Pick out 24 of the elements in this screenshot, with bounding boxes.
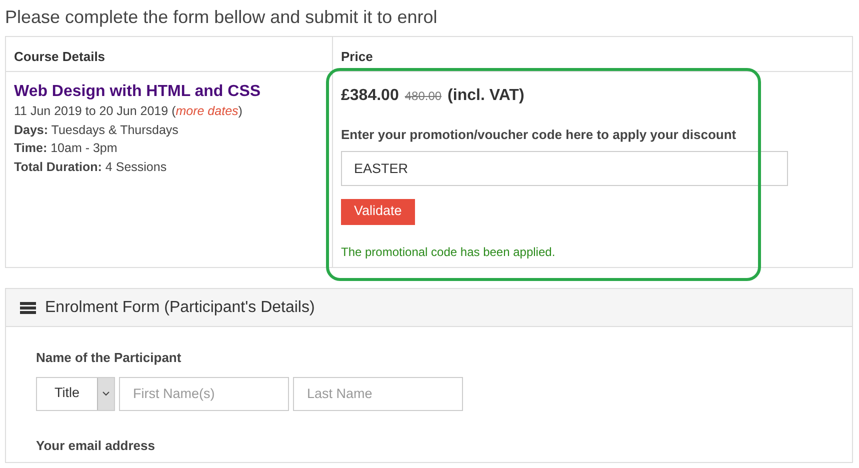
intro-text: Please complete the form bellow and submit it to enrol (5, 6, 438, 29)
list-icon (20, 302, 36, 314)
success-message: The promotional code has been applied. (341, 244, 556, 260)
field-label: Name of the Participant (36, 349, 182, 367)
column-header: Price (341, 49, 373, 64)
old-price: 480.00 (404, 88, 442, 105)
validate-button[interactable]: Validate (341, 198, 415, 224)
voucher-input[interactable]: EASTER (341, 150, 788, 186)
course-dates: 11 Jun 2019 to 20 Jun 2019 (14, 104, 168, 118)
chevron-down-icon (102, 391, 110, 396)
title-select[interactable]: Title (36, 376, 115, 410)
first-name-input[interactable]: First Name(s) (119, 376, 289, 410)
course-detail: Total Duration: 4 Sessions (14, 158, 168, 176)
course-detail: Time: 10am - 3pm (14, 140, 118, 157)
panel-title: Enrolment Form (Participant's Details) (45, 298, 315, 318)
voucher-label: Enter your promotion/voucher code here to apply your discount (341, 126, 738, 144)
current-price: £384.00 (341, 86, 399, 106)
course-title-link[interactable]: Web Design with HTML and CSS (14, 82, 324, 102)
last-name-input[interactable]: Last Name (293, 376, 463, 410)
course-detail: Days: Tuesdays & Thursdays (14, 122, 180, 139)
vat-note: (incl. VAT) (448, 86, 524, 106)
more-dates-link[interactable]: (more dates) (172, 104, 242, 118)
column-header: Course Details (14, 49, 106, 64)
field-label: Your email address (36, 436, 156, 454)
